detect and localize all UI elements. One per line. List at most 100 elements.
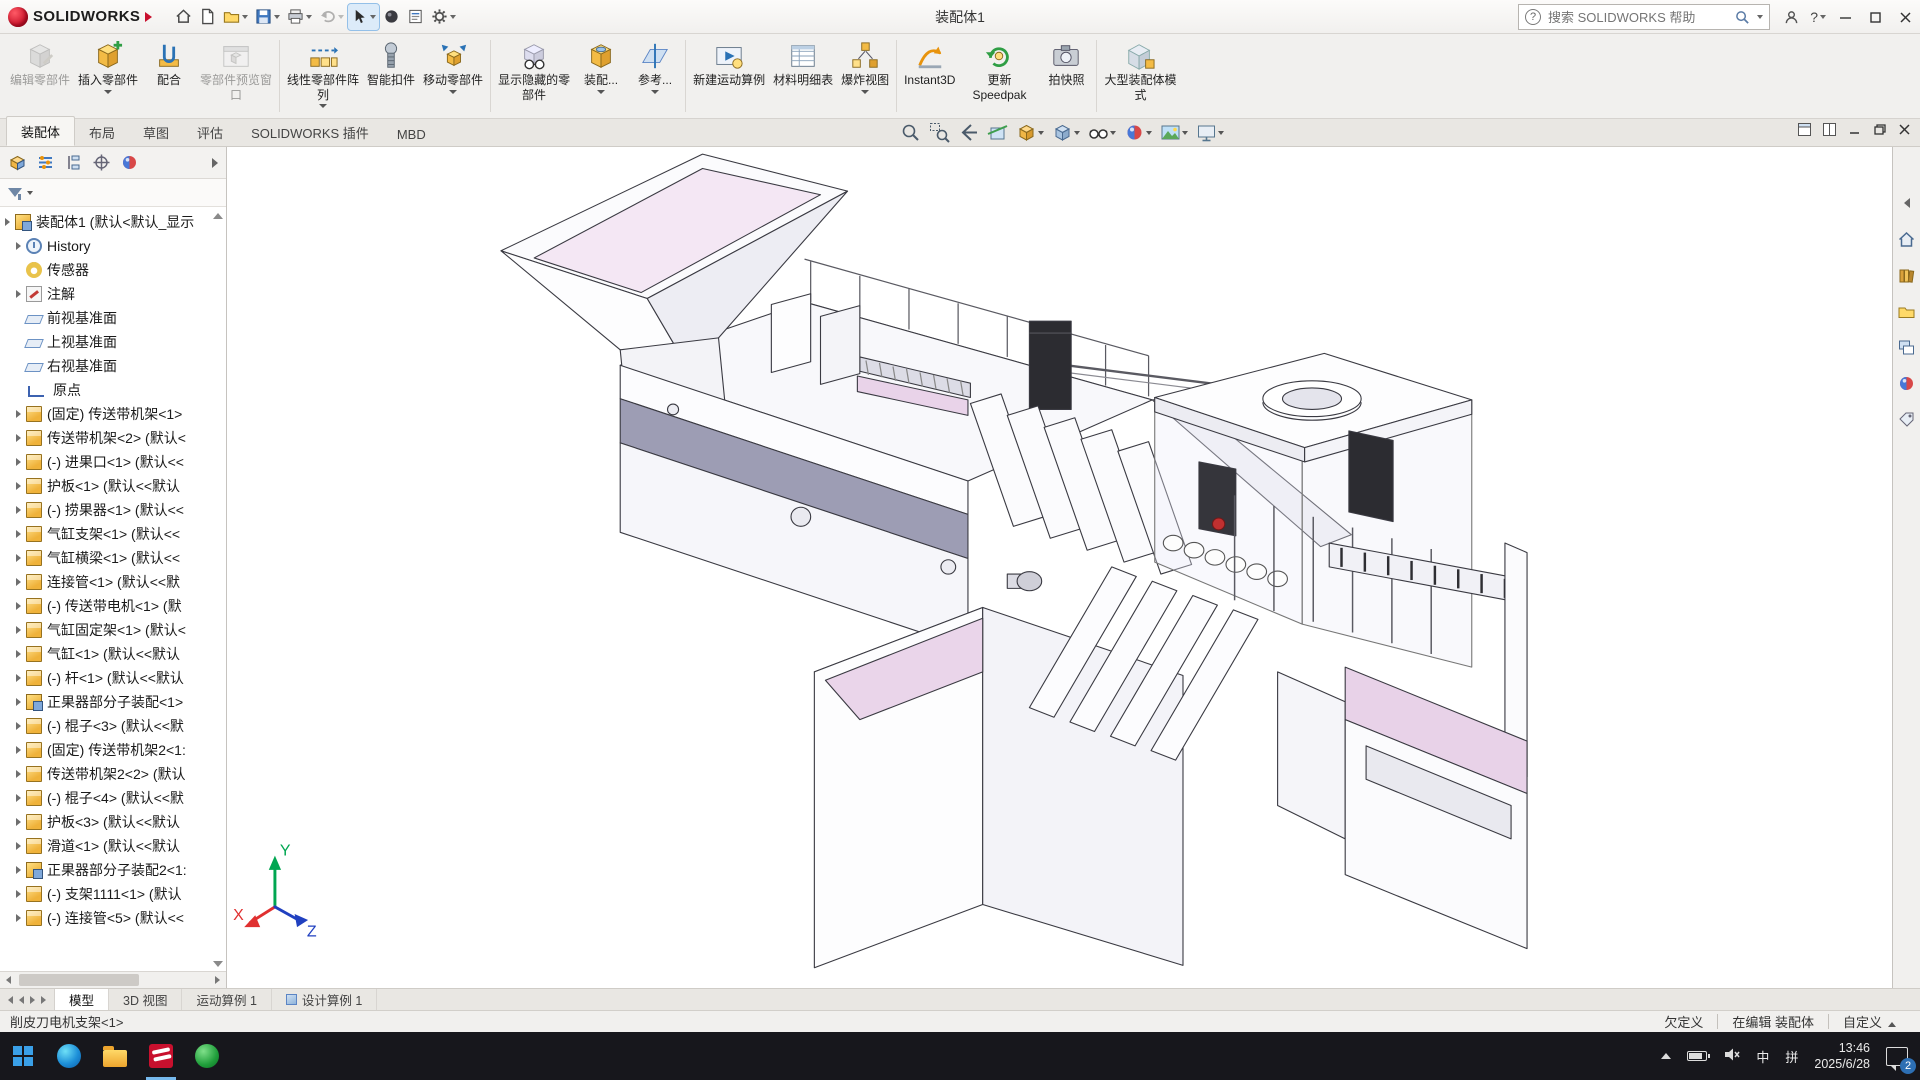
tab-addins[interactable]: SOLIDWORKS 插件 [237,118,383,146]
edit-appearance-icon[interactable] [1122,121,1154,144]
input-language-indicator[interactable]: 中 [1756,1047,1769,1066]
tree-item[interactable]: (-) 支架1111<1> (默认 [0,882,226,906]
minimize-button[interactable] [1830,2,1860,32]
feature-manager-tab-icon[interactable] [8,153,27,172]
move-component-button[interactable]: 移动零部件 [419,38,487,114]
mate-button[interactable]: 配合 [142,38,196,114]
print-button[interactable] [284,4,315,30]
hidden-icons-chevron[interactable] [1661,1053,1671,1059]
start-button[interactable] [0,1032,46,1080]
tree-item[interactable]: (固定) 传送带机架<1> [0,402,226,426]
search-icon[interactable] [1735,10,1750,25]
tree-item[interactable]: 气缸固定架<1> (默认< [0,618,226,642]
tree-item-sensors[interactable]: 传感器 [0,258,226,282]
zoom-area-icon[interactable] [927,121,952,144]
open-dropdown-caret[interactable] [242,15,248,19]
tree-item[interactable]: 气缸支架<1> (默认<< [0,522,226,546]
user-account-icon[interactable] [1776,2,1806,32]
smart-fastener-button[interactable]: 智能扣件 [363,38,419,114]
tree-item[interactable]: (-) 进果口<1> (默认<< [0,450,226,474]
maximize-button[interactable] [1860,2,1890,32]
update-speedpak-button[interactable]: 更新 Speedpak [959,38,1039,114]
scrollbar-thumb[interactable] [19,974,139,986]
move-component-caret[interactable] [449,90,457,94]
tab-3d-views[interactable]: 3D 视图 [109,989,182,1010]
save-dropdown-caret[interactable] [274,15,280,19]
options-dropdown-caret[interactable] [450,15,456,19]
tab-scroll-left-icon[interactable] [19,996,24,1004]
exploded-view-caret[interactable] [861,90,869,94]
tab-scroll-right-icon[interactable] [30,996,35,1004]
tree-filter-bar[interactable] [0,179,226,207]
home-button[interactable] [172,4,195,30]
tab-model[interactable]: 模型 [55,989,109,1010]
graphics-viewport[interactable]: Y X Z [227,147,1892,988]
tree-item[interactable]: 传送带机架2<2> (默认 [0,762,226,786]
tab-scroll-first-icon[interactable] [8,996,13,1004]
close-button[interactable] [1890,2,1920,32]
dimxpert-manager-tab-icon[interactable] [92,153,111,172]
tab-scroll-last-icon[interactable] [41,996,46,1004]
zoom-fit-icon[interactable] [898,121,923,144]
take-snapshot-button[interactable]: 拍快照 [1039,38,1093,114]
display-manager-tab-icon[interactable] [120,153,139,172]
tree-item[interactable]: (-) 棍子<3> (默认<<默 [0,714,226,738]
scroll-right-button[interactable] [209,972,226,988]
insert-component-caret[interactable] [104,90,112,94]
task-pane-expand-icon[interactable] [1897,193,1917,213]
tree-item-subassembly[interactable]: 正果器部分子装配2<1: [0,858,226,882]
tab-sketch[interactable]: 草图 [129,118,183,146]
green-app-button[interactable] [184,1032,230,1080]
tree-item[interactable]: 传送带机架<2> (默认< [0,426,226,450]
tab-layout[interactable]: 布局 [75,118,129,146]
doc-restore-icon[interactable] [1872,122,1887,137]
taskbar-clock[interactable]: 13:46 2025/6/28 [1814,1040,1870,1073]
volume-icon[interactable] [1723,1046,1740,1066]
scroll-left-button[interactable] [0,972,17,988]
options-gear-button[interactable] [428,4,459,30]
search-input[interactable] [1546,9,1730,26]
file-properties-button[interactable] [404,4,427,30]
tree-item[interactable]: 护板<1> (默认<<默认 [0,474,226,498]
tree-item-front-plane[interactable]: 前视基准面 [0,306,226,330]
help-menu[interactable]: ? [1806,9,1830,25]
new-document-button[interactable] [196,4,219,30]
tree-scroll-down-icon[interactable] [213,961,223,967]
tab-motion-study[interactable]: 运动算例 1 [182,989,271,1010]
resources-home-icon[interactable] [1897,229,1917,249]
section-view-icon[interactable] [985,121,1010,144]
tree-scroll-up-icon[interactable] [213,213,223,219]
tree-item-origin[interactable]: 原点 [0,378,226,402]
instant3d-button[interactable]: Instant3D [900,38,959,114]
panel-tabs-overflow-icon[interactable] [212,158,218,168]
tree-item-root[interactable]: 装配体1 (默认<默认_显示 [0,210,226,234]
ime-mode-indicator[interactable]: 拼 [1785,1047,1798,1066]
solidworks-app-button[interactable] [138,1032,184,1080]
tab-design-study[interactable]: 设计算例 1 [272,989,377,1010]
hide-show-items-icon[interactable] [1086,121,1118,144]
configuration-manager-tab-icon[interactable] [64,153,83,172]
tree-item[interactable]: 滑道<1> (默认<<默认 [0,834,226,858]
view-settings-caret[interactable] [1218,131,1224,135]
view-palette-icon[interactable] [1897,337,1917,357]
action-center-icon[interactable]: 2 [1886,1047,1908,1066]
tree-horizontal-scrollbar[interactable] [0,971,226,988]
viewport-split-icon[interactable] [1822,122,1837,137]
undo-button[interactable] [316,4,347,30]
help-caret[interactable] [1820,15,1826,19]
select-tool-button[interactable] [348,4,379,30]
viewport-layout-icon[interactable] [1797,122,1812,137]
tree-item[interactable]: (固定) 传送带机架2<1: [0,738,226,762]
tree-item[interactable]: (-) 连接管<5> (默认<< [0,906,226,930]
hide-show-caret[interactable] [1110,131,1116,135]
doc-close-icon[interactable] [1897,122,1912,137]
assembly-features-caret[interactable] [597,90,605,94]
undo-dropdown-caret[interactable] [338,15,344,19]
tab-assembly[interactable]: 装配体 [6,116,75,146]
reference-geometry-caret[interactable] [651,90,659,94]
linear-pattern-caret[interactable] [319,104,327,108]
linear-pattern-button[interactable]: 线性零部件阵列 [283,38,363,114]
design-library-icon[interactable] [1897,265,1917,285]
view-orientation-icon[interactable] [1014,121,1046,144]
rebuild-sphere-button[interactable] [380,4,403,30]
